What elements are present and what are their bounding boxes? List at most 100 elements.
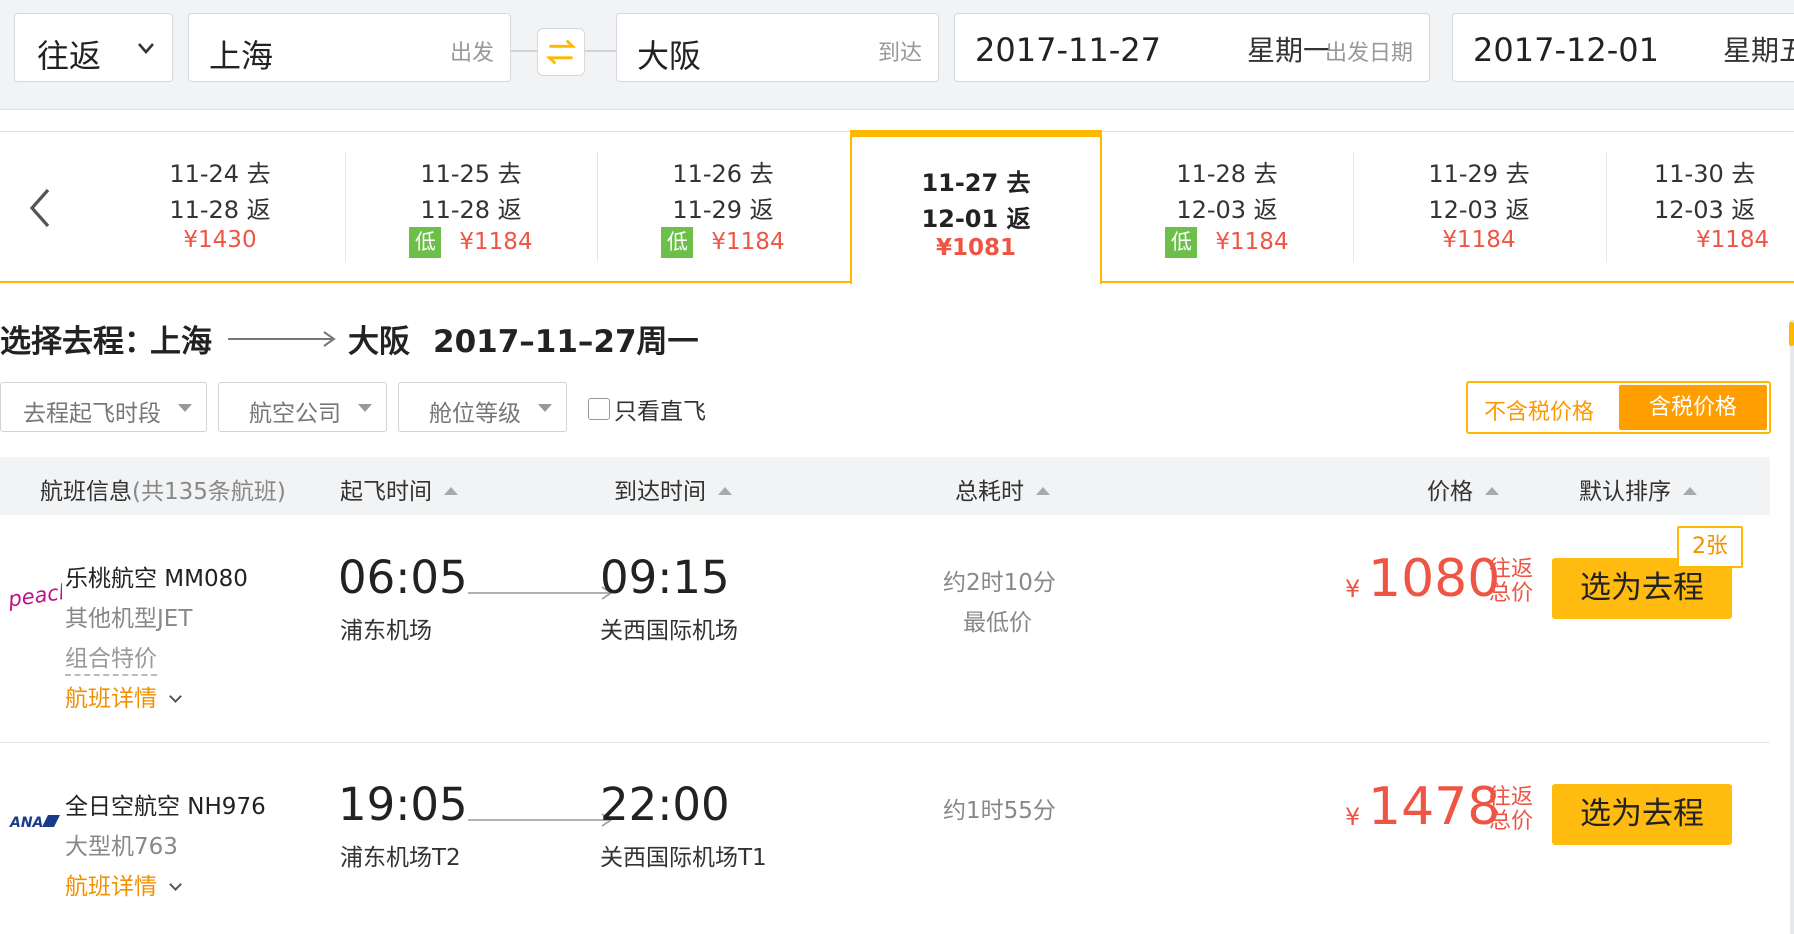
flight-table-header: 航班信息(共135条航班) 起飞时间 到达时间 总耗时 价格 默认排序 xyxy=(0,457,1770,515)
sort-up-icon xyxy=(1485,487,1499,495)
ana-logo-text: ANA xyxy=(9,815,43,831)
scrollbar-track[interactable] xyxy=(1790,320,1794,934)
route-label: 选择去程： xyxy=(0,324,155,360)
depart-date-hint: 出发日期 xyxy=(1324,41,1413,66)
destination-field[interactable]: 大阪 到达 xyxy=(616,13,939,82)
destination-value: 大阪 xyxy=(637,37,702,75)
date-option-selected[interactable]: 11-27 去 12-01 返 ¥1081 xyxy=(850,130,1102,284)
tax-included-option[interactable]: 含税价格 xyxy=(1619,385,1767,430)
date-option-price: ¥1184 xyxy=(459,229,533,255)
date-option[interactable]: 11-24 去 11-28 返 ¥1430 xyxy=(94,132,346,282)
date-option[interactable]: 11-29 去 12-03 返 ¥1184 xyxy=(1353,132,1605,282)
depart-date-value: 2017-11-27 xyxy=(975,31,1161,69)
date-option-price: ¥1184 xyxy=(711,229,785,255)
direct-only-checkbox[interactable] xyxy=(588,398,610,420)
round-trip-label: 往返 xyxy=(1489,557,1534,582)
caret-down-icon xyxy=(178,404,192,412)
sort-price[interactable]: 价格 xyxy=(1427,472,1499,506)
depart-time-filter[interactable]: 去程起飞时段 xyxy=(0,382,207,432)
date-option-return: 12-03 返 xyxy=(1654,196,1756,224)
flight-price: 1478 xyxy=(1368,777,1501,837)
flight-details-toggle[interactable]: 航班详情 xyxy=(65,679,182,713)
search-bar: 往返 上海 出发 大阪 到达 2017-11-27 星期一 出发日期 2017-… xyxy=(0,0,1794,110)
swap-connector xyxy=(585,50,616,52)
date-option-price: ¥1184 xyxy=(1696,227,1770,253)
sort-up-icon xyxy=(718,487,732,495)
total-price-label: 总价 xyxy=(1489,581,1534,606)
swap-icon xyxy=(546,39,576,65)
depart-weekday: 星期一 xyxy=(1246,34,1331,67)
date-option-depart: 11-24 去 xyxy=(169,160,271,188)
flight-row: ANA 全日空航空 NH976 大型机763 航班详情 19:05 浦东机场T2… xyxy=(0,744,1770,934)
filter-label: 舱位等级 xyxy=(429,401,521,427)
airline-filter[interactable]: 航空公司 xyxy=(218,382,387,432)
peach-logo-text: peach xyxy=(8,579,62,612)
cabin-class-filter[interactable]: 舱位等级 xyxy=(398,382,567,432)
sort-depart-time[interactable]: 起飞时间 xyxy=(340,472,458,506)
flight-details-toggle[interactable]: 航班详情 xyxy=(65,867,182,901)
sort-duration[interactable]: 总耗时 xyxy=(955,472,1050,506)
trip-type-select[interactable]: 往返 xyxy=(14,13,173,82)
combo-deal-link[interactable]: 组合特价 xyxy=(65,639,157,676)
filter-label: 航空公司 xyxy=(249,401,341,427)
date-option[interactable]: 11-25 去 11-28 返 低 ¥1184 xyxy=(345,132,597,282)
route-date: 2017–11–27周一 xyxy=(433,324,699,360)
sort-arrive-time[interactable]: 到达时间 xyxy=(614,472,732,506)
sort-label: 起飞时间 xyxy=(340,479,432,505)
origin-field[interactable]: 上海 出发 xyxy=(188,13,511,82)
airline-flight-number: 乐桃航空 MM080 xyxy=(65,566,248,592)
date-option[interactable]: 11-26 去 11-29 返 低 ¥1184 xyxy=(597,132,849,282)
low-price-badge: 低 xyxy=(1165,227,1198,258)
destination-hint: 到达 xyxy=(877,41,922,66)
date-option[interactable]: 11-30 去 12-03 返 ¥1184 xyxy=(1610,132,1794,282)
flight-count: (共135条航班) xyxy=(132,479,286,505)
swap-connector xyxy=(511,50,538,52)
date-option-return: 11-29 返 xyxy=(672,196,774,224)
date-option[interactable]: 11-28 去 12-03 返 低 ¥1184 xyxy=(1101,132,1353,282)
date-option-depart: 11-26 去 xyxy=(672,160,774,188)
depart-time: 19:05 xyxy=(338,778,468,831)
flight-details-label: 航班详情 xyxy=(65,686,157,712)
return-weekday: 星期五 xyxy=(1723,34,1794,67)
caret-down-icon xyxy=(358,404,372,412)
arrive-airport: 关西国际机场T1 xyxy=(600,845,767,871)
lowest-price-note: 最低价 xyxy=(963,610,1032,636)
arrive-airport: 关西国际机场 xyxy=(600,618,738,644)
depart-date-field[interactable]: 2017-11-27 星期一 出发日期 xyxy=(954,13,1430,82)
date-option-price: ¥1081 xyxy=(935,235,1017,261)
total-price-label: 总价 xyxy=(1489,809,1534,834)
sort-default[interactable]: 默认排序 xyxy=(1579,472,1697,506)
ana-airline-logo: ANA xyxy=(9,815,60,831)
chevron-left-icon[interactable] xyxy=(22,186,62,230)
date-option-return: 12-03 返 xyxy=(1428,196,1530,224)
chevron-down-icon xyxy=(138,43,154,54)
depart-airport: 浦东机场 xyxy=(340,618,432,644)
origin-value: 上海 xyxy=(209,37,274,75)
filter-label: 去程起飞时段 xyxy=(23,401,161,427)
direct-only-label: 只看直飞 xyxy=(614,399,706,425)
date-price-strip: 11-24 去 11-28 返 ¥1430 11-25 去 11-28 返 低 ¥… xyxy=(0,130,1794,284)
scrollbar-thumb[interactable] xyxy=(1789,322,1794,346)
return-date-value: 2017-12-01 xyxy=(1473,31,1659,69)
date-option-depart: 11-25 去 xyxy=(420,160,522,188)
date-option-depart: 11-30 去 xyxy=(1654,160,1756,188)
caret-down-icon xyxy=(538,404,552,412)
trip-type-value: 往返 xyxy=(37,37,102,75)
flight-details-label: 航班详情 xyxy=(65,874,157,900)
currency-symbol: ¥ xyxy=(1345,575,1361,603)
divider xyxy=(1606,152,1607,262)
route-to: 大阪 xyxy=(348,324,410,360)
flight-arrow-icon xyxy=(468,813,613,827)
sort-label: 默认排序 xyxy=(1579,479,1671,505)
date-option-depart: 11-27 去 xyxy=(921,169,1031,197)
chevron-down-icon xyxy=(169,878,182,891)
swap-button[interactable] xyxy=(537,28,585,76)
flight-arrow-icon xyxy=(468,586,613,600)
sort-label: 价格 xyxy=(1427,479,1473,505)
sort-up-icon xyxy=(1036,487,1050,495)
route-arrow-icon xyxy=(228,331,336,347)
date-option-price: ¥1430 xyxy=(183,227,257,253)
select-outbound-button[interactable]: 选为去程 xyxy=(1552,784,1732,845)
return-date-field[interactable]: 2017-12-01 星期五 xyxy=(1452,13,1794,82)
tax-excluded-option[interactable]: 不含税价格 xyxy=(1484,394,1594,426)
